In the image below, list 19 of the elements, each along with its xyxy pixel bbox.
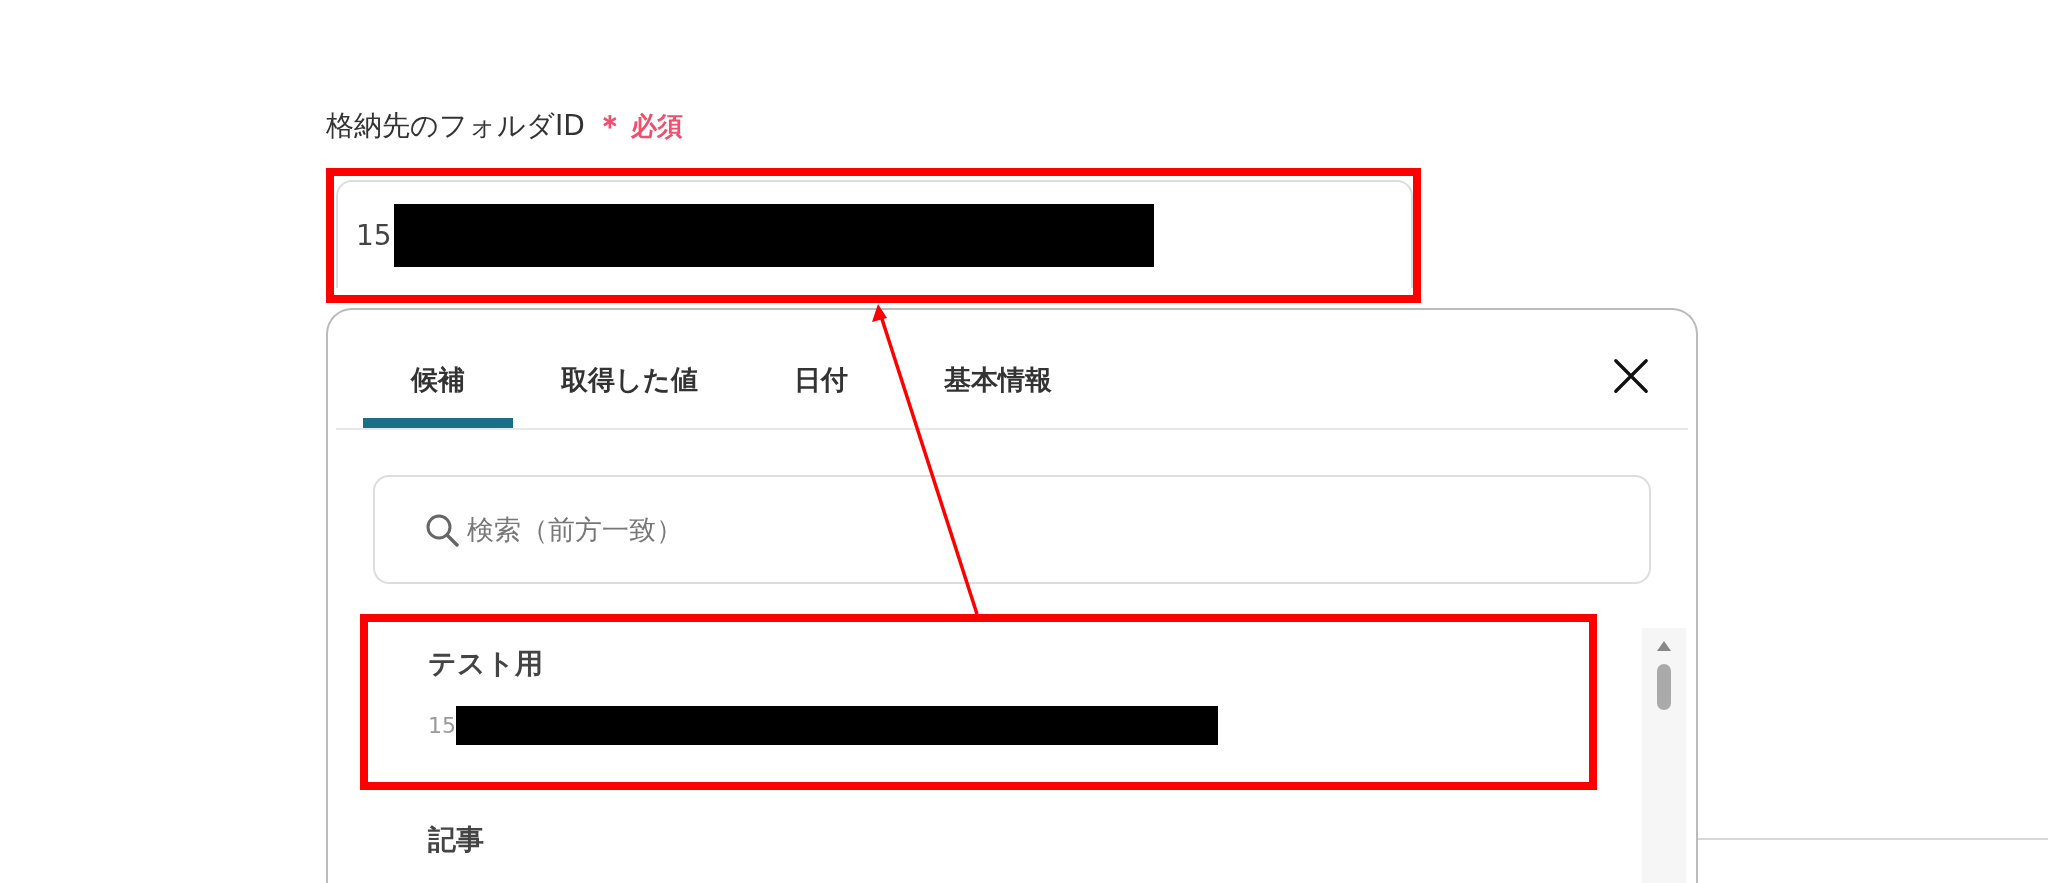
scroll-up-icon[interactable] xyxy=(1656,640,1672,652)
scroll-thumb[interactable] xyxy=(1657,664,1671,710)
scrollbar[interactable] xyxy=(1642,628,1686,883)
required-mark: ＊ xyxy=(594,106,625,145)
item-value: 15 xyxy=(428,713,456,738)
list-item[interactable]: テスト用 15 xyxy=(360,614,1597,790)
item-title: 記事 xyxy=(428,822,485,858)
tab[interactable]: 基本情報 xyxy=(896,362,1100,428)
tab[interactable]: 候補 xyxy=(363,362,513,428)
tab[interactable]: 取得した値 xyxy=(513,362,746,428)
input-field[interactable]: 15 xyxy=(336,180,1413,288)
tab[interactable]: 日付 xyxy=(746,362,896,428)
close-icon[interactable] xyxy=(1612,357,1650,395)
search-field[interactable]: 検索（前方一致） xyxy=(373,475,1651,584)
item-title: テスト用 xyxy=(428,646,544,682)
search-icon xyxy=(425,512,459,547)
field-label: 格納先のフォルダID xyxy=(326,108,585,144)
required-label: 必須 xyxy=(630,109,683,143)
list-item[interactable]: 記事 xyxy=(360,790,1597,868)
